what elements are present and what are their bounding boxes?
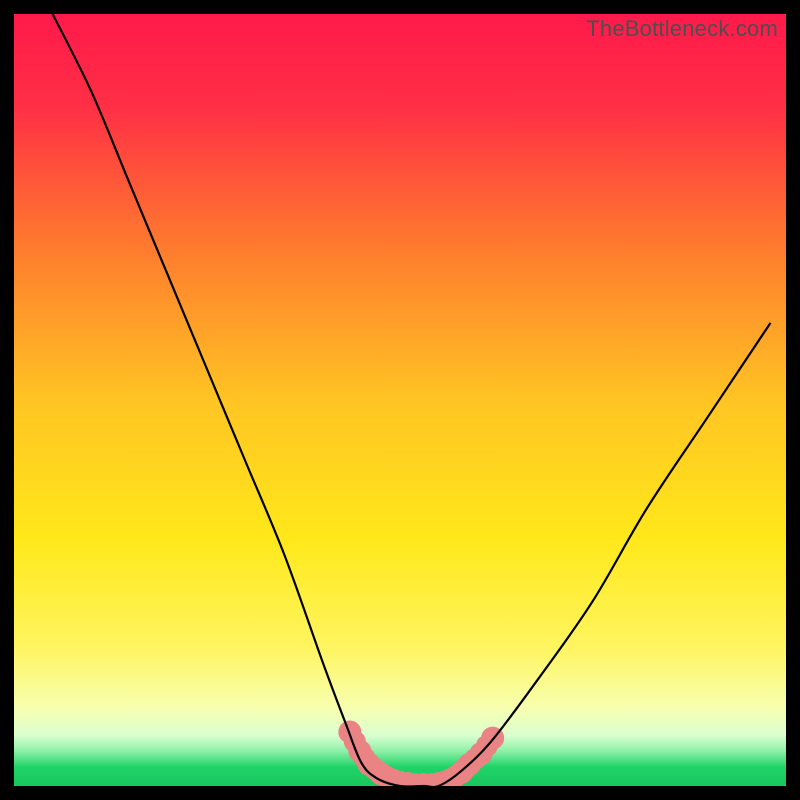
chart-plot (14, 14, 786, 786)
bottleneck-curve (53, 14, 771, 786)
chart-frame: TheBottleneck.com (14, 14, 786, 786)
